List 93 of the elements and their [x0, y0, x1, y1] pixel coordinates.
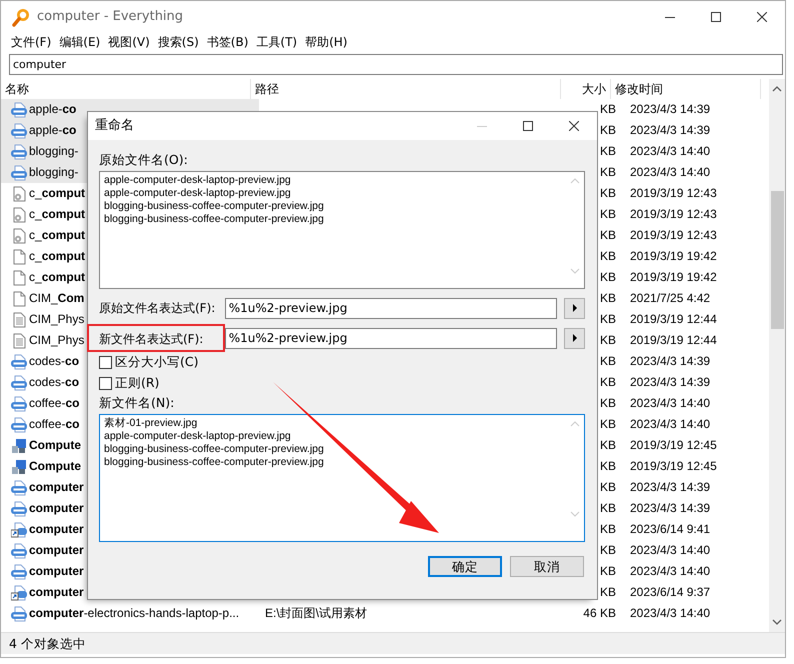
file-name: Compute	[29, 437, 81, 454]
file-name: CIM_Com	[29, 290, 84, 307]
table-cell-text: 2023/4/3 14:39	[629, 353, 712, 370]
file-name: CIM_Phys	[29, 311, 84, 328]
table-cell: KB	[600, 144, 616, 158]
table-cell: KB	[600, 354, 616, 368]
table-cell-text: 2023/4/3 14:40	[629, 563, 712, 580]
table-cell-text: 2023/4/3 14:40	[629, 143, 712, 160]
table-cell-text: 2023/4/3 14:40	[629, 416, 712, 433]
table-cell-text: 2019/3/19 12:44	[629, 311, 718, 328]
file-name: computer	[29, 479, 84, 496]
table-cell-text: 2019/3/19 19:42	[629, 269, 718, 286]
file-name: c_comput	[29, 248, 86, 265]
list-item: blogging-business-coffee-computer-preview.jpg	[104, 213, 325, 226]
table-cell-text: 2019/3/19 12:45	[629, 437, 718, 454]
table-cell: KB	[600, 207, 616, 221]
table-cell-text: 2023/4/3 14:39	[629, 374, 712, 391]
table-cell: KB	[600, 564, 616, 578]
table-cell-text: 2019/3/19 12:44	[629, 332, 718, 349]
list-item: 素材-01-preview.jpg	[104, 417, 198, 430]
table-cell: KB	[600, 417, 616, 431]
table-cell-text: 2023/4/3 14:39	[629, 101, 712, 118]
file-name: blogging-	[29, 143, 78, 160]
file-name: codes-co	[29, 353, 80, 370]
table-cell-text: 2023/6/14 9:41	[629, 521, 712, 538]
table-cell: KB	[600, 396, 616, 410]
highlighted-label: 新文件名表达式(F):	[87, 324, 225, 352]
table-cell: KB	[600, 291, 616, 305]
file-name: computer	[29, 521, 84, 538]
table-cell-text: 2023/4/3 14:40	[629, 164, 712, 181]
table-cell-text: 2019/3/19 12:43	[629, 185, 718, 202]
file-name: computer	[29, 542, 84, 559]
file-name: apple-co	[29, 122, 76, 139]
table-cell: KB	[600, 123, 616, 137]
list-item: blogging-business-coffee-computer-preview.jpg	[104, 200, 325, 213]
file-name: c_comput	[29, 269, 86, 286]
table-cell: KB	[600, 459, 616, 473]
file-name: codes-co	[29, 374, 80, 391]
file-name: computer-electronics-hands-laptop-p...	[29, 605, 240, 622]
table-cell: KB	[600, 438, 616, 452]
list-item: apple-computer-desk-laptop-preview.jpg	[104, 174, 292, 187]
table-cell-text: 2023/4/3 14:39	[629, 122, 712, 139]
checkbox-label: 区分大小写(C)	[115, 352, 198, 371]
table-cell: KB	[600, 522, 616, 536]
table-cell-text: 2023/4/3 14:40	[629, 395, 712, 412]
list-item: apple-computer-desk-laptop-preview.jpg	[104, 430, 292, 443]
status-text: 4 个对象选中	[1, 632, 785, 654]
field-label: 原始文件名(O):	[99, 152, 189, 168]
table-cell-text: 2023/4/3 14:39	[629, 500, 712, 517]
table-cell: KB	[600, 501, 616, 515]
file-name: Compute	[29, 458, 81, 475]
field-label: 原始文件名表达式(F):	[99, 300, 216, 317]
table-cell: KB	[600, 165, 616, 179]
file-name: apple-co	[29, 101, 76, 118]
table-cell: KB	[600, 312, 616, 326]
table-cell-text: 2023/4/3 14:40	[629, 605, 712, 622]
window-title: computer - Everything	[37, 8, 184, 26]
table-cell-text: 2019/3/19 12:43	[629, 206, 718, 223]
table-cell: KB	[600, 249, 616, 263]
table-cell-text: 2023/4/3 14:39	[629, 479, 712, 496]
table-cell: KB	[600, 186, 616, 200]
file-name: c_comput	[29, 206, 86, 223]
table-cell: KB	[600, 228, 616, 242]
table-cell-text: 2019/3/19 12:43	[629, 227, 718, 244]
file-name: blogging-	[29, 164, 78, 181]
table-cell: E:\封面图\试用素材	[265, 606, 368, 620]
list-item: blogging-business-coffee-computer-preview.jpg	[104, 456, 325, 469]
file-name: c_comput	[29, 227, 86, 244]
table-cell-text: 2019/3/19 12:45	[629, 458, 718, 475]
table-cell: KB	[600, 270, 616, 284]
file-name: computer	[29, 584, 84, 601]
list-item: apple-computer-desk-laptop-preview.jpg	[104, 187, 292, 200]
file-name: coffee-co	[29, 416, 80, 433]
file-name: c_comput	[29, 185, 86, 202]
table-cell-text: 2019/3/19 19:42	[629, 248, 718, 265]
table-cell-text: 2023/6/14 9:37	[629, 584, 712, 601]
table-cell-text: 2023/4/3 14:40	[629, 542, 712, 559]
field-label: 新文件名(N):	[99, 395, 176, 411]
table-cell: KB	[600, 333, 616, 347]
file-name: computer	[29, 500, 84, 517]
checkbox-label: 正则(R)	[115, 374, 160, 392]
table-cell: KB	[600, 585, 616, 599]
file-name: CIM_Phys	[29, 332, 84, 349]
file-name: coffee-co	[29, 395, 80, 412]
table-cell: KB	[600, 543, 616, 557]
dialog-title: 重命名	[94, 117, 134, 136]
table-cell: KB	[600, 102, 616, 116]
table-cell: KB	[600, 480, 616, 494]
table-cell: KB	[600, 375, 616, 389]
list-item: blogging-business-coffee-computer-preview.jpg	[104, 443, 325, 456]
table-cell: 46 KB	[583, 606, 616, 620]
table-cell-text: 2021/7/25 4:42	[629, 290, 712, 307]
file-name: computer	[29, 563, 84, 580]
